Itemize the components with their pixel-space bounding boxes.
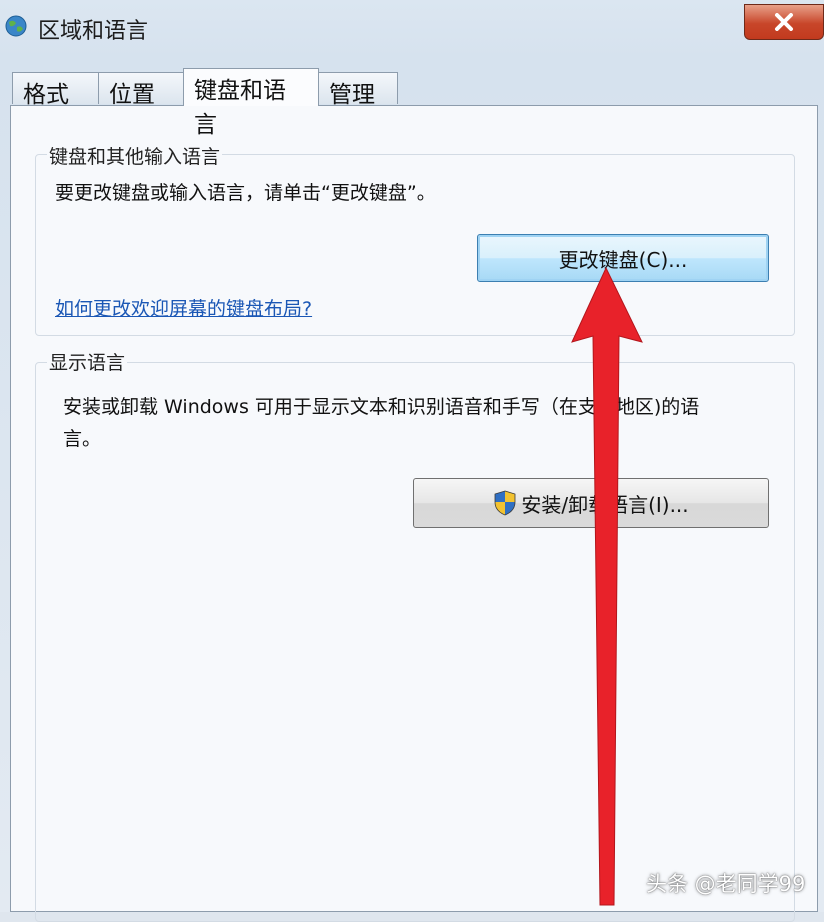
close-icon (775, 13, 793, 31)
install-uninstall-languages-button[interactable]: 安装/卸载语言(I)... (413, 478, 769, 528)
tab-administrative[interactable]: 管理 (318, 72, 398, 108)
uac-shield-icon (494, 490, 516, 516)
display-language-description-line2: 言。 (63, 428, 102, 450)
region-language-window: 区域和语言 格式 位置 键盘和语言 管理 键盘和其他输入语言 要更改键盘或输入语… (0, 0, 824, 922)
tab-formats[interactable]: 格式 (12, 72, 100, 108)
globe-icon (5, 15, 27, 37)
tab-panel: 键盘和其他输入语言 要更改键盘或输入语言，请单击“更改键盘”。 更改键盘(C).… (10, 105, 818, 922)
title-bar[interactable]: 区域和语言 (0, 0, 824, 56)
change-keyboards-label: 更改键盘(C)... (558, 247, 688, 272)
welcome-screen-keyboard-link[interactable]: 如何更改欢迎屏幕的键盘布局? (55, 294, 312, 321)
display-language-description-line1: 安装或卸载 Windows 可用于显示文本和识别语音和手写（在支持地区)的语 (63, 396, 700, 418)
close-button[interactable] (744, 4, 824, 40)
install-uninstall-languages-label: 安装/卸载语言(I)... (521, 492, 689, 517)
keyboard-description: 要更改键盘或输入语言，请单击“更改键盘”。 (55, 182, 436, 204)
tab-location[interactable]: 位置 (98, 72, 184, 108)
watermark: 头条 @老同学99 (646, 872, 806, 896)
display-language-group-title: 显示语言 (47, 348, 128, 375)
change-keyboards-button[interactable]: 更改键盘(C)... (477, 234, 769, 282)
tab-keyboards-languages[interactable]: 键盘和语言 (183, 68, 319, 138)
keyboard-group-title: 键盘和其他输入语言 (47, 142, 223, 169)
display-language-groupbox (35, 362, 795, 922)
window-title: 区域和语言 (38, 19, 149, 44)
tab-strip: 格式 位置 键盘和语言 管理 (0, 68, 824, 138)
